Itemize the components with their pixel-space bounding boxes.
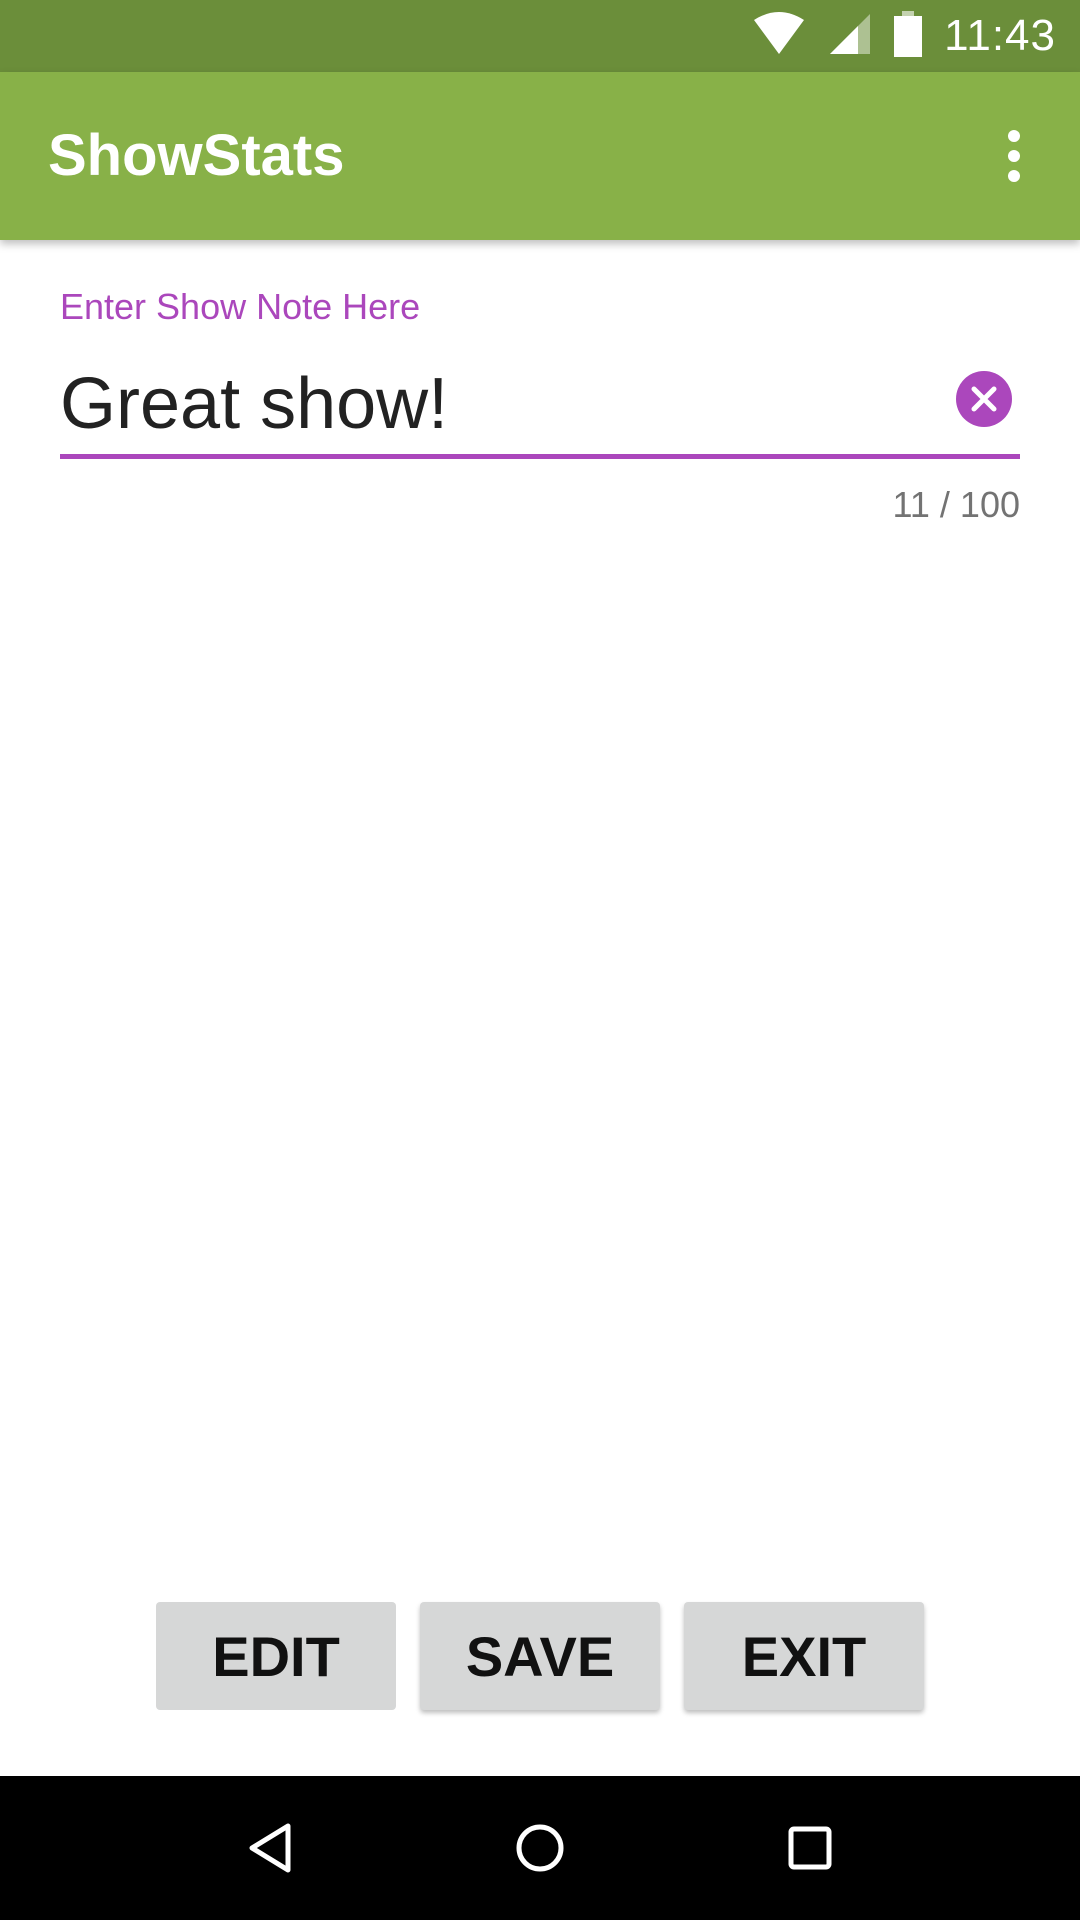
screen: 11:43 ShowStats Enter Show Note Here 11 … [0, 0, 1080, 1920]
show-note-input[interactable] [60, 354, 940, 454]
menu-dot [1008, 150, 1020, 162]
exit-button[interactable]: EXIT [684, 1602, 924, 1710]
more-vert-icon[interactable] [984, 126, 1044, 186]
cell-signal-icon [828, 12, 872, 61]
app-bar: ShowStats [0, 72, 1080, 240]
app-title: ShowStats [48, 123, 345, 188]
note-field-underline [60, 454, 1020, 459]
edit-button[interactable]: EDIT [156, 1602, 396, 1710]
menu-dot [1008, 170, 1020, 182]
navigation-bar [0, 1776, 1080, 1920]
status-icons: 11:43 [752, 0, 1056, 72]
clear-icon[interactable] [956, 371, 1012, 427]
save-button[interactable]: SAVE [420, 1602, 660, 1710]
battery-icon [894, 10, 923, 62]
menu-dot [1008, 130, 1020, 142]
status-bar: 11:43 [0, 0, 1080, 72]
status-time: 11:43 [944, 11, 1056, 60]
wifi-icon [752, 11, 806, 61]
note-field-label: Enter Show Note Here [60, 286, 421, 327]
recents-icon[interactable] [774, 1812, 846, 1884]
home-icon[interactable] [504, 1812, 576, 1884]
back-icon[interactable] [234, 1812, 306, 1884]
character-counter: 11 / 100 [892, 484, 1020, 525]
